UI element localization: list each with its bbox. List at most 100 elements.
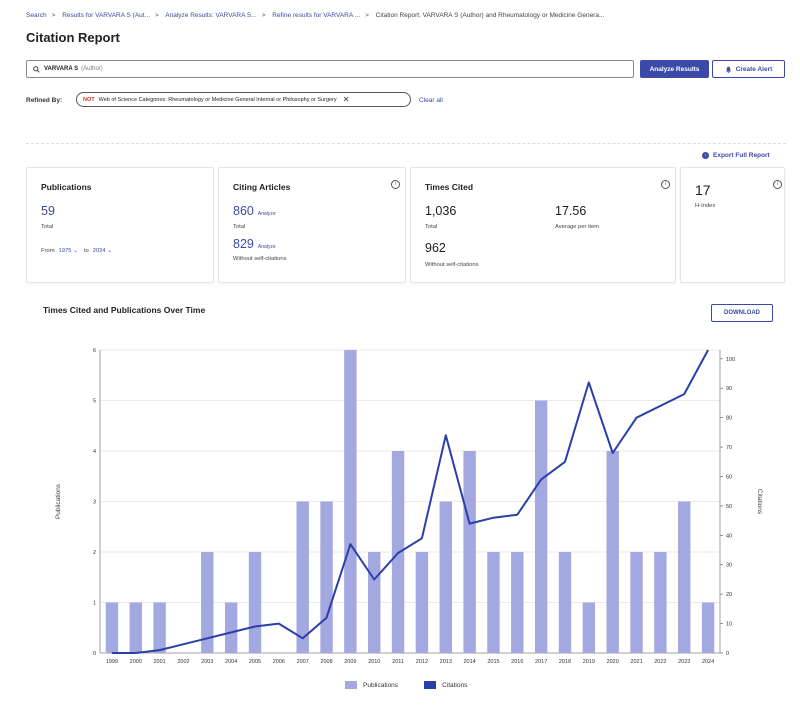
bar-publications — [654, 552, 667, 653]
bar-publications — [439, 501, 452, 653]
info-icon[interactable]: i — [391, 180, 400, 189]
times-cited-card: Times Cited i 1,036 Total 17.56 Average … — [410, 167, 676, 283]
export-full-report-link[interactable]: ↓ Export Full Report — [702, 152, 770, 159]
x-tick-label: 2014 — [463, 659, 475, 665]
citing-without-analyze-link[interactable]: Analyze — [258, 244, 276, 250]
x-tick-label: 2011 — [392, 659, 404, 665]
y2-tick-label: 80 — [726, 416, 732, 422]
x-tick-label: 2008 — [320, 659, 332, 665]
x-tick-label: 2022 — [654, 659, 666, 665]
bar-publications — [487, 552, 500, 653]
citing-without-label: Without self-citations — [233, 256, 287, 262]
y-tick-label: 0 — [93, 651, 96, 657]
citing-articles-card: Citing Articles i 860 Analyze Total 829 An… — [218, 167, 406, 283]
create-alert-button[interactable]: Create Alert — [712, 60, 785, 78]
x-tick-label: 2004 — [225, 659, 237, 665]
to-label: to — [83, 248, 89, 254]
x-tick-label: 2024 — [702, 659, 714, 665]
x-tick-label: 2007 — [297, 659, 309, 665]
publications-title: Publications — [41, 182, 92, 192]
export-icon: ↓ — [702, 152, 709, 159]
x-tick-label: 1999 — [106, 659, 118, 665]
x-tick-label: 2000 — [130, 659, 142, 665]
citing-without-row: 829 Analyze — [233, 237, 276, 251]
publications-total-value[interactable]: 59 — [41, 204, 55, 218]
from-year-value: 1975 — [58, 248, 72, 254]
bar-publications — [463, 451, 476, 653]
y2-tick-label: 10 — [726, 622, 732, 628]
search-icon — [33, 65, 40, 73]
bar-publications — [606, 451, 619, 653]
not-tag: NOT — [83, 96, 95, 103]
clear-all-link[interactable]: Clear all — [419, 97, 443, 104]
y-tick-label: 1 — [93, 601, 96, 607]
x-tick-label: 2015 — [487, 659, 499, 665]
times-cited-without-value: 962 — [425, 241, 446, 255]
bar-publications — [701, 602, 715, 653]
page-title: Citation Report — [26, 30, 120, 45]
bar-publications — [582, 602, 596, 653]
breadcrumb: Search > Results for VARVARA S (Aut... > A… — [26, 12, 605, 19]
search-query-text: VARVARA S — [44, 66, 79, 72]
bar-publications — [296, 501, 309, 653]
chart-title: Times Cited and Publications Over Time — [43, 305, 206, 315]
download-button[interactable]: DOWNLOAD — [711, 304, 773, 322]
from-label: From — [41, 248, 55, 254]
y2-tick-label: 20 — [726, 592, 732, 598]
bar-publications — [153, 602, 166, 653]
info-icon[interactable]: i — [661, 180, 670, 189]
legend-citations-swatch — [424, 681, 437, 689]
x-tick-label: 2009 — [344, 659, 356, 665]
x-tick-label: 2006 — [273, 659, 285, 665]
create-alert-label: Create Alert — [735, 65, 773, 73]
to-year-value: 2024 — [92, 248, 106, 254]
chevron-down-icon: ⌄ — [73, 248, 78, 254]
bar-publications — [320, 501, 333, 653]
bar-publications — [511, 552, 524, 653]
y2-tick-label: 90 — [726, 386, 732, 392]
to-year-select[interactable]: 2024 ⌄ — [93, 248, 112, 254]
bell-icon — [725, 66, 731, 73]
x-tick-label: 2002 — [177, 659, 189, 665]
x-tick-label: 2001 — [153, 659, 165, 665]
y-tick-label: 4 — [93, 449, 96, 455]
x-tick-label: 2019 — [583, 659, 595, 665]
info-icon[interactable]: i — [773, 180, 782, 189]
breadcrumb-refine[interactable]: Refine results for VARVARA ... — [272, 12, 360, 19]
citing-total-label: Total — [233, 224, 246, 230]
refined-by-label: Refined By: — [26, 97, 63, 104]
citing-without-value[interactable]: 829 — [233, 237, 254, 251]
divider — [26, 143, 786, 144]
x-tick-label: 2012 — [416, 659, 428, 665]
y-tick-label: 5 — [93, 399, 96, 405]
analyze-results-button[interactable]: Analyze Results — [640, 60, 709, 78]
y2-tick-label: 60 — [726, 474, 732, 480]
from-year-select[interactable]: 1975 ⌄ — [59, 248, 78, 254]
breadcrumb-results[interactable]: Results for VARVARA S (Aut... — [62, 12, 150, 19]
y-tick-label: 3 — [93, 500, 96, 506]
times-cited-total-label: Total — [425, 224, 438, 230]
y2-axis-title: Citations — [756, 489, 763, 515]
citing-total-value[interactable]: 860 — [233, 204, 254, 218]
x-tick-label: 2018 — [559, 659, 571, 665]
y-axis-title: Publications — [55, 483, 62, 519]
h-index-value: 17 — [695, 182, 711, 198]
refine-filter-chip[interactable]: NOT Web of Science Categories: Rheumatol… — [76, 92, 411, 107]
bar-publications — [630, 552, 643, 653]
breadcrumb-analyze[interactable]: Analyze Results: VARVARA S... — [165, 12, 256, 19]
x-tick-label: 2005 — [249, 659, 261, 665]
citing-total-analyze-link[interactable]: Analyze — [258, 211, 276, 217]
search-query-box[interactable]: VARVARA S (Author) — [26, 60, 634, 78]
chart-legend: Publications Citations — [345, 681, 467, 689]
bar-publications — [129, 602, 142, 653]
x-tick-label: 2023 — [678, 659, 690, 665]
bar-publications — [415, 552, 429, 653]
breadcrumb-current: Citation Report: VARVARA S (Author) and … — [375, 12, 605, 19]
search-field-tag: (Author) — [81, 66, 103, 72]
remove-filter-icon[interactable]: ✕ — [343, 95, 350, 104]
average-per-item-value: 17.56 — [555, 204, 587, 218]
times-cited-publications-chart: 012345601020304050607080901001999 2000 200… — [55, 348, 763, 665]
y2-tick-label: 0 — [726, 651, 729, 657]
chevron-down-icon: ⌄ — [107, 248, 113, 254]
breadcrumb-search[interactable]: Search — [26, 12, 47, 19]
